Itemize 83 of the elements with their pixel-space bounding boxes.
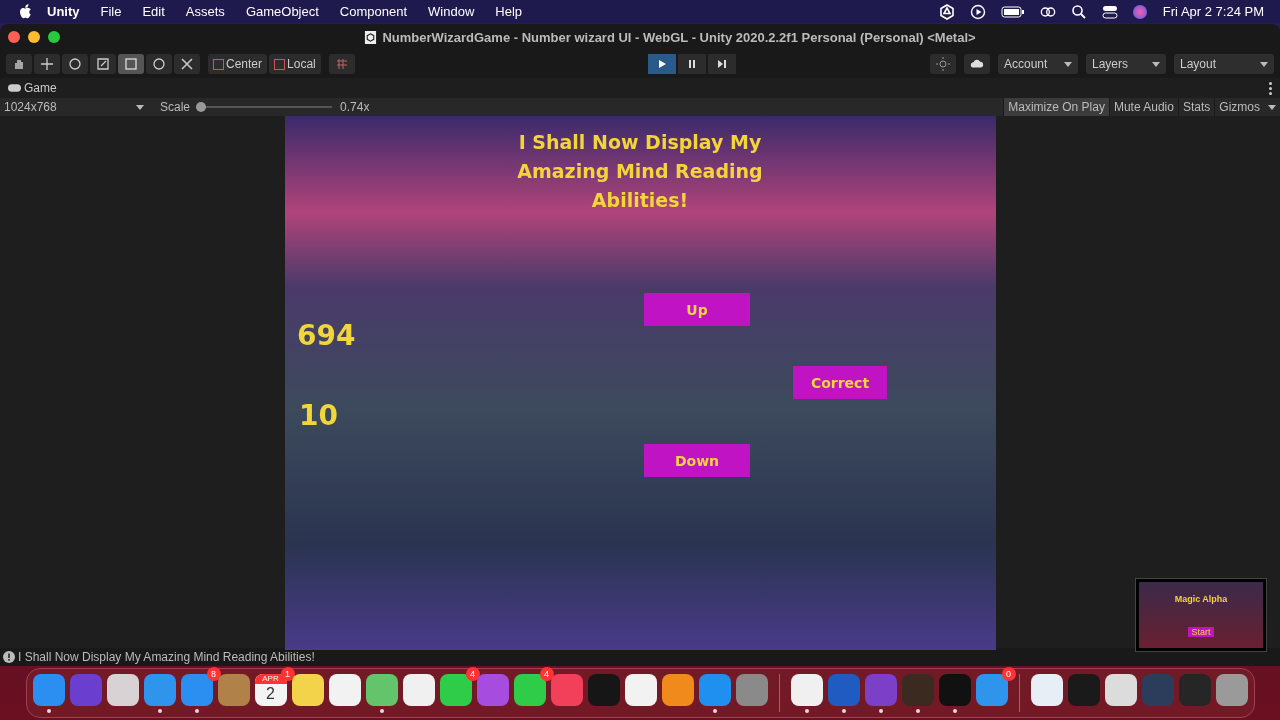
minimize-button[interactable] <box>28 31 40 43</box>
app-icon[interactable] <box>291 673 324 706</box>
notification-badge: 4 <box>465 667 480 681</box>
cloud-icon[interactable] <box>964 54 990 74</box>
thumbnail-title: Magic Alpha <box>1174 593 1228 604</box>
app-icon[interactable] <box>106 673 139 706</box>
app-icon[interactable] <box>624 673 657 706</box>
grid-icon <box>334 57 349 71</box>
app-icon[interactable]: APR 2 <box>254 673 287 706</box>
play-circle-icon[interactable] <box>969 3 986 20</box>
resolution-dropdown[interactable]: 1024x768 <box>4 100 152 114</box>
zoom-button[interactable] <box>48 31 60 43</box>
dropdown[interactable]: Account <box>998 54 1078 74</box>
guess-count: 10 <box>299 399 338 432</box>
move-icon <box>40 57 54 71</box>
dropdown[interactable]: Layers <box>1086 54 1166 74</box>
tool-button[interactable] <box>174 54 200 74</box>
menu-item[interactable]: Assets <box>185 4 225 19</box>
tool-button[interactable] <box>34 54 60 74</box>
pause-icon <box>687 59 698 69</box>
pause-button[interactable] <box>678 54 707 74</box>
tool-button[interactable] <box>146 54 172 74</box>
rotate-icon <box>68 57 82 71</box>
status-message: I Shall Now Display My Amazing Mind Reading Abilities! <box>18 650 315 664</box>
step-button[interactable] <box>708 54 737 74</box>
notification-badge: 8 <box>206 667 221 681</box>
menu-item[interactable]: Component <box>339 4 408 19</box>
app-icon[interactable] <box>1215 673 1248 706</box>
tool-button[interactable] <box>118 54 144 74</box>
notification-badge: 0 <box>1001 667 1016 681</box>
menu-item[interactable]: File <box>100 4 122 19</box>
play-button[interactable] <box>648 54 677 74</box>
app-icon[interactable] <box>513 673 546 706</box>
tool-button[interactable] <box>90 54 116 74</box>
menu-item[interactable]: Window <box>428 4 475 19</box>
calendar-day: 2 <box>266 683 275 704</box>
guess-number: 694 <box>297 319 356 352</box>
pivot-button[interactable]: Center <box>208 54 268 74</box>
play-icon <box>657 59 668 69</box>
thumbnail-button: Start <box>1188 626 1214 637</box>
more-options-icon[interactable] <box>1269 81 1272 95</box>
app-icon[interactable] <box>439 673 472 706</box>
sun-icon[interactable] <box>930 54 956 74</box>
info-icon <box>3 651 15 663</box>
menu-item[interactable]: Unity <box>47 4 80 19</box>
menu-item[interactable]: Edit <box>142 4 165 19</box>
search-icon[interactable] <box>1070 3 1087 20</box>
window-title: NumberWizardGame - Number wizard UI - WebGL - Unity 2020.2.2f1 Personal (Personal) <Metal> <box>382 29 976 45</box>
app-icon[interactable] <box>365 673 398 706</box>
control-center-icon[interactable] <box>1101 3 1118 20</box>
app-icon[interactable] <box>661 673 694 706</box>
clock[interactable]: Fri Apr 2 7:24 PM <box>1162 4 1264 19</box>
pivot-icon <box>213 58 224 70</box>
battery-icon[interactable] <box>1000 3 1025 20</box>
game-tab[interactable]: Game <box>8 81 57 95</box>
app-icon[interactable] <box>402 673 435 706</box>
app-icon[interactable] <box>1030 673 1063 706</box>
app-icon[interactable] <box>1104 673 1137 706</box>
grid-snap-button[interactable] <box>328 54 355 74</box>
scale-icon <box>96 57 110 71</box>
notification-badge: 1 <box>280 667 295 681</box>
screenshot-thumbnail[interactable]: Magic Alpha Start <box>1135 578 1267 652</box>
document-icon <box>364 29 378 45</box>
game-title: I Shall Now Display My Amazing Mind Reading Abilities! <box>516 130 764 213</box>
rect-icon <box>124 57 138 71</box>
pivot-button[interactable]: Local <box>269 54 321 74</box>
scale-label: Scale <box>160 100 191 114</box>
menu-item[interactable]: Help <box>495 4 523 19</box>
scale-value: 0.74x <box>340 100 370 114</box>
pivot-icon <box>274 58 286 70</box>
notification-badge: 4 <box>539 667 554 681</box>
menu-item[interactable]: GameObject <box>245 4 319 19</box>
close-button[interactable] <box>8 31 20 43</box>
app-icon[interactable] <box>790 673 823 706</box>
tool-button[interactable] <box>6 54 32 74</box>
calendar-month: APR <box>254 673 287 684</box>
tool-button[interactable] <box>62 54 88 74</box>
step-icon <box>717 59 728 69</box>
apple-logo-icon[interactable] <box>20 4 33 19</box>
caret-icon[interactable] <box>1268 104 1276 110</box>
app-icon[interactable] <box>328 673 361 706</box>
dropdown[interactable]: Layout <box>1174 54 1274 74</box>
toggle-button[interactable]: Maximize On Play <box>1003 98 1109 116</box>
